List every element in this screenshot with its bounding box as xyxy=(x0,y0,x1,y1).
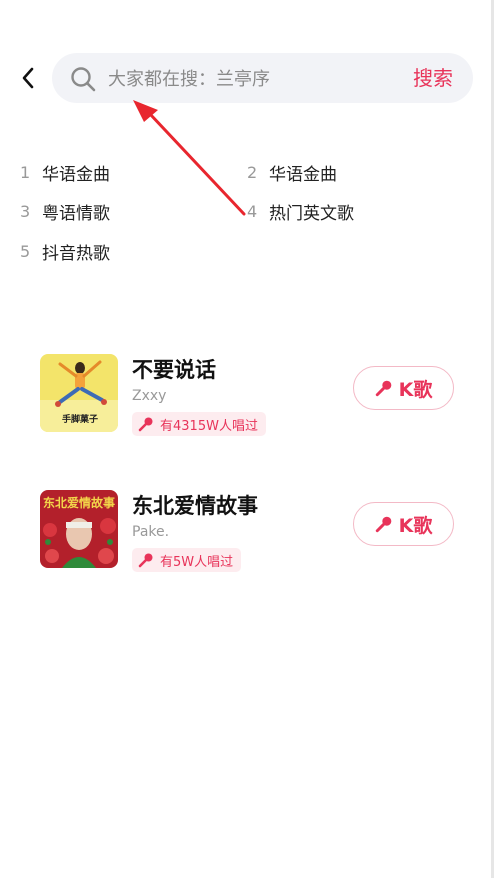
search-icon xyxy=(71,67,96,92)
hot-rank: 5 xyxy=(20,241,31,261)
k-song-button[interactable]: K歌 xyxy=(353,502,454,546)
cover-text: 东北爱情故事 xyxy=(43,496,116,510)
hot-label: 华语金曲 xyxy=(269,164,337,185)
song-title: 不要说话 xyxy=(132,358,216,382)
microphone-icon xyxy=(138,553,153,568)
hot-rank: 1 xyxy=(20,162,31,182)
chevron-left-icon xyxy=(22,67,34,89)
sing-count-badge: 有4315W人唱过 xyxy=(132,412,266,436)
search-bar[interactable]: 搜索 xyxy=(52,53,473,105)
song-cover: 东北爱情故事 xyxy=(40,490,118,568)
hot-label: 华语金曲 xyxy=(42,164,110,185)
k-song-label: K歌 xyxy=(398,514,433,537)
song-row[interactable]: 东北爱情故事 东北爱情故事 Pake. 有5W人唱过 K歌 xyxy=(40,490,460,572)
sing-count: 有4315W人唱过 xyxy=(160,418,258,434)
search-input[interactable] xyxy=(106,53,390,105)
hot-label: 热门英文歌 xyxy=(269,203,354,224)
hot-item-1[interactable]: 1 华语金曲 xyxy=(20,157,110,187)
back-button[interactable] xyxy=(14,62,42,94)
hot-item-2[interactable]: 2 华语金曲 xyxy=(247,157,337,187)
song-title: 东北爱情故事 xyxy=(132,494,258,518)
song-row[interactable]: 手脚菓子 不要说话 Zxxy 有4315W人唱过 K歌 xyxy=(40,354,460,436)
song-artist: Pake. xyxy=(132,524,170,540)
microphone-icon xyxy=(138,417,153,432)
microphone-icon xyxy=(375,380,391,397)
search-button[interactable]: 搜索 xyxy=(413,53,453,103)
hot-item-3[interactable]: 3 粤语情歌 xyxy=(20,196,110,226)
hot-rank: 4 xyxy=(247,201,258,221)
hot-label: 粤语情歌 xyxy=(42,203,110,224)
song-artist: Zxxy xyxy=(132,388,167,404)
k-song-label: K歌 xyxy=(398,378,433,401)
hot-rank: 3 xyxy=(20,201,31,221)
cover-text: 手脚菓子 xyxy=(62,415,99,425)
k-song-button[interactable]: K歌 xyxy=(353,366,454,410)
song-cover: 手脚菓子 xyxy=(40,354,118,432)
hot-label: 抖音热歌 xyxy=(42,243,110,264)
hot-item-5[interactable]: 5 抖音热歌 xyxy=(20,236,110,266)
hot-item-4[interactable]: 4 热门英文歌 xyxy=(247,196,354,226)
microphone-icon xyxy=(375,516,391,533)
sing-count-badge: 有5W人唱过 xyxy=(132,548,242,572)
annotation-arrow xyxy=(133,100,246,216)
hot-rank: 2 xyxy=(247,162,258,182)
sing-count: 有5W人唱过 xyxy=(160,554,234,570)
